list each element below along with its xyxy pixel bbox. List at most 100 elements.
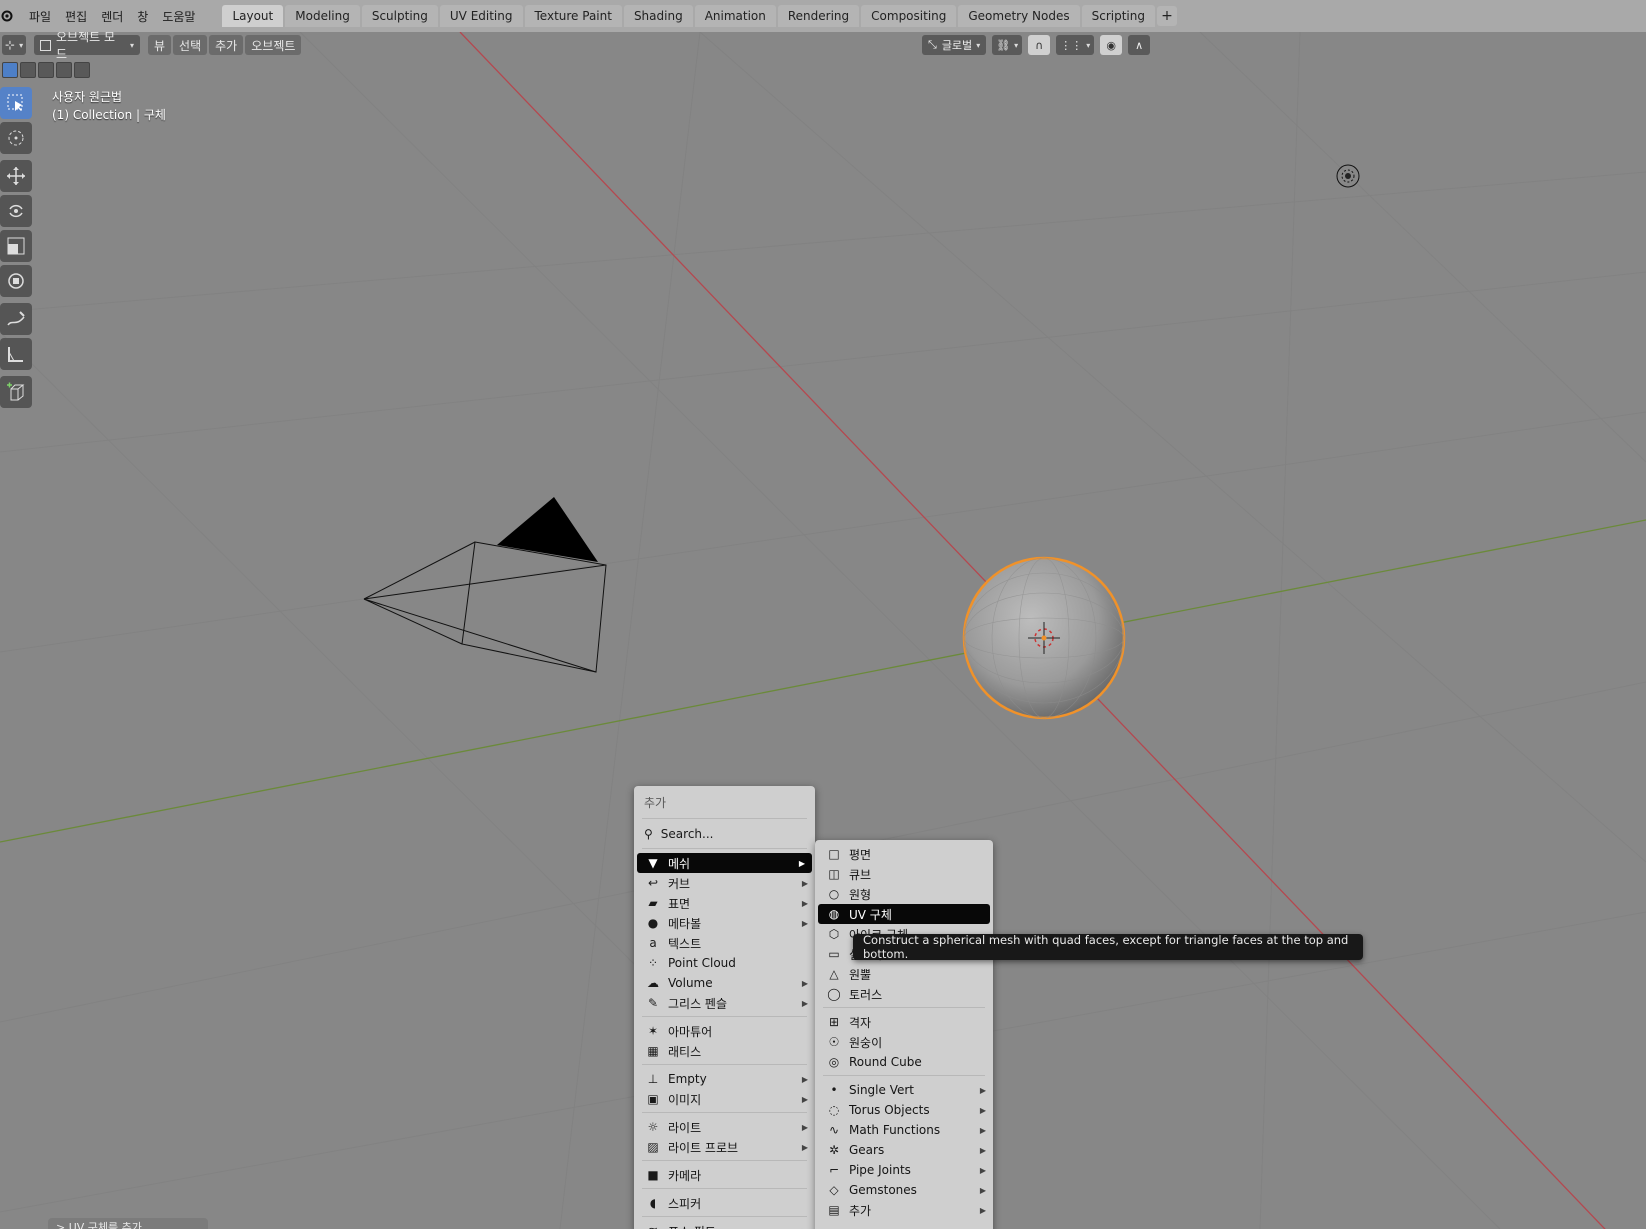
select-extend-icon[interactable] — [20, 62, 36, 78]
menu-item-surface[interactable]: ▰ 표면 ▶ — [634, 893, 815, 913]
menu-divider — [642, 818, 807, 819]
menu-item-volume[interactable]: ☁ Volume ▶ — [634, 973, 815, 993]
menu-item-label: 라이트 — [668, 1120, 702, 1135]
transform-tool[interactable] — [0, 265, 32, 297]
tab-texture-paint[interactable]: Texture Paint — [524, 5, 622, 27]
last-operator-panel[interactable]: > UV 구체를 추가 — [48, 1218, 208, 1229]
light-object[interactable] — [1336, 164, 1360, 188]
menu-item-label: 원숭이 — [849, 1035, 883, 1050]
menu-item-speaker[interactable]: ◖ 스피커 — [634, 1193, 815, 1213]
tab-geometry-nodes[interactable]: Geometry Nodes — [958, 5, 1080, 27]
menu-item-lattice[interactable]: ▦ 래티스 — [634, 1041, 815, 1061]
scale-tool[interactable] — [0, 230, 32, 262]
ico-sphere-icon: ⬡ — [828, 927, 840, 941]
menu-item-label: 포스 필드 — [668, 1223, 716, 1229]
menu-item-plane[interactable]: □ 평면 — [815, 844, 993, 864]
tab-uv-editing[interactable]: UV Editing — [439, 5, 523, 27]
menu-item-mesh[interactable]: ▼ 메쉬 ▶ — [637, 853, 812, 873]
menu-object[interactable]: 오브젝트 — [245, 35, 302, 55]
tab-shading[interactable]: Shading — [623, 5, 693, 27]
tab-rendering[interactable]: Rendering — [777, 5, 860, 27]
menu-item-light[interactable]: ☼ 라이트 ▶ — [634, 1117, 815, 1137]
collection-info: (1) Collection | 구체 — [52, 108, 166, 122]
tab-scripting[interactable]: Scripting — [1081, 5, 1155, 27]
add-cube-tool[interactable] — [0, 376, 32, 408]
menu-item-gemstones[interactable]: ◇ Gemstones ▶ — [815, 1180, 993, 1200]
menu-item-camera[interactable]: ■ 카메라 — [634, 1165, 815, 1185]
add-cube-icon — [7, 382, 25, 401]
tab-animation[interactable]: Animation — [694, 5, 776, 27]
tab-compositing[interactable]: Compositing — [861, 5, 957, 27]
cursor-tool[interactable] — [0, 122, 32, 154]
editor-type-button[interactable]: ⊹ ▾ — [2, 35, 26, 55]
proportional-editing-toggle[interactable]: ◉ — [1100, 35, 1123, 55]
menu-item-torus-objects[interactable]: ◌ Torus Objects ▶ — [815, 1100, 993, 1120]
menu-item-cone[interactable]: △ 원뿔 — [815, 964, 993, 984]
menu-add[interactable]: 추가 — [209, 35, 244, 55]
menu-item-grease-pencil[interactable]: ✎ 그리스 펜슬 ▶ — [634, 993, 815, 1013]
menu-item-curve[interactable]: ↩ 커브 ▶ — [634, 873, 815, 893]
pivot-point-button[interactable]: ⛓ ▾ — [992, 35, 1023, 55]
tab-modeling[interactable]: Modeling — [285, 5, 360, 27]
menu-view[interactable]: 뷰 — [148, 35, 172, 55]
falloff-button[interactable]: ∧ — [1128, 35, 1151, 55]
snap-target-button[interactable]: ⋮⋮ ▾ — [1056, 35, 1095, 55]
selection-mode-group — [2, 62, 90, 78]
select-subtract-icon[interactable] — [38, 62, 54, 78]
menu-divider — [823, 1075, 985, 1076]
add-workspace-button[interactable]: + — [1156, 6, 1177, 26]
move-tool[interactable] — [0, 160, 32, 192]
uv-sphere-object[interactable] — [962, 556, 1126, 720]
menu-item-text[interactable]: a 텍스트 — [634, 933, 815, 953]
blender-logo-icon[interactable] — [0, 9, 14, 23]
menu-item-uv-sphere[interactable]: ◍ UV 구체 — [818, 904, 990, 924]
camera-object[interactable] — [363, 497, 607, 673]
menu-item-add-more[interactable]: ▤ 추가 ▶ — [815, 1200, 993, 1220]
select-intersect-icon[interactable] — [74, 62, 90, 78]
menu-item-label: 표면 — [668, 896, 691, 911]
annotate-tool[interactable] — [0, 303, 32, 335]
select-new-icon[interactable] — [2, 62, 18, 78]
menu-item-round-cube[interactable]: ◎ Round Cube — [815, 1052, 993, 1072]
menu-item-single-vert[interactable]: • Single Vert ▶ — [815, 1080, 993, 1100]
menu-item-gears[interactable]: ✲ Gears ▶ — [815, 1140, 993, 1160]
menu-item-metaball[interactable]: ● 메타볼 ▶ — [634, 913, 815, 933]
menu-item-label: Gears — [849, 1143, 885, 1157]
rotate-tool[interactable] — [0, 195, 32, 227]
menu-item-torus[interactable]: ◯ 토러스 — [815, 984, 993, 1004]
submenu-arrow-icon: ▶ — [979, 1165, 986, 1175]
menu-item-pipe-joints[interactable]: ⌐ Pipe Joints ▶ — [815, 1160, 993, 1180]
menu-item-point-cloud[interactable]: ⁘ Point Cloud — [634, 953, 815, 973]
menu-edit[interactable]: 편집 — [58, 8, 94, 25]
measure-tool[interactable] — [0, 338, 32, 370]
tab-sculpting[interactable]: Sculpting — [361, 5, 438, 27]
pipe-joints-icon: ⌐ — [828, 1163, 840, 1177]
menu-item-monkey[interactable]: ☉ 원숭이 — [815, 1032, 993, 1052]
view-name: 사용자 원근법 — [52, 90, 123, 104]
menu-select[interactable]: 선택 — [173, 35, 208, 55]
menu-item-light-probe[interactable]: ▨ 라이트 프로브 ▶ — [634, 1137, 815, 1157]
mode-select[interactable]: 오브젝트 모드 ▾ — [34, 32, 140, 61]
transform-orientation-select[interactable]: ⤡ 글로벌 ▾ — [922, 35, 987, 55]
menu-item-force-field[interactable]: ≋포스 필드▶ — [634, 1221, 815, 1229]
menu-item-grid[interactable]: ⊞ 격자 — [815, 1012, 993, 1032]
menu-item-image[interactable]: ▣ 이미지 ▶ — [634, 1089, 815, 1109]
select-invert-icon[interactable] — [56, 62, 72, 78]
single-vert-icon: • — [830, 1083, 838, 1097]
select-box-tool[interactable] — [0, 87, 32, 119]
grease-pencil-icon: ✎ — [647, 996, 659, 1010]
menu-item-cube[interactable]: ◫ 큐브 — [815, 864, 993, 884]
workspace-tabs: Layout Modeling Sculpting UV Editing Tex… — [222, 5, 1177, 27]
tab-layout[interactable]: Layout — [222, 5, 284, 27]
menu-help[interactable]: 도움말 — [155, 8, 202, 25]
menu-window[interactable]: 창 — [130, 8, 155, 25]
menu-item-math-functions[interactable]: ∿ Math Functions ▶ — [815, 1120, 993, 1140]
snap-toggle[interactable]: ∩ — [1028, 35, 1051, 55]
menu-render[interactable]: 렌더 — [94, 8, 130, 25]
menu-file[interactable]: 파일 — [22, 8, 58, 25]
menu-item-armature[interactable]: ✶ 아마튜어 — [634, 1021, 815, 1041]
menu-search-field[interactable]: ⚲ Search... — [634, 823, 815, 845]
uv-sphere-icon: ◍ — [828, 907, 840, 921]
menu-item-circle[interactable]: ○ 원형 — [815, 884, 993, 904]
menu-item-empty[interactable]: ⊥ Empty ▶ — [634, 1069, 815, 1089]
